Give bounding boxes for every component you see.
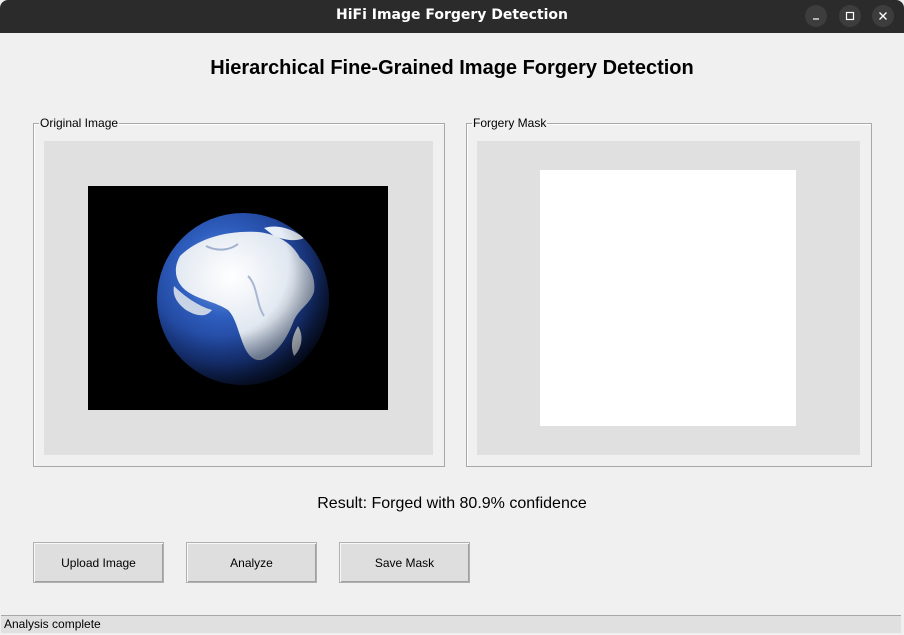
forgery-mask-image — [540, 170, 796, 426]
maximize-button[interactable] — [839, 5, 861, 27]
minimize-icon — [813, 18, 819, 20]
close-button[interactable] — [872, 5, 894, 27]
original-image-frame: Original Image — [33, 116, 445, 467]
close-icon — [879, 12, 887, 20]
forgery-mask-label: Forgery Mask — [472, 116, 548, 130]
forgery-mask-frame: Forgery Mask — [466, 116, 872, 467]
minimize-button[interactable] — [805, 5, 827, 27]
earth-globe-image — [88, 186, 388, 410]
original-image — [88, 186, 388, 410]
result-text: Result: Forged with 80.9% confidence — [317, 495, 587, 512]
upload-image-button[interactable]: Upload Image — [33, 542, 164, 583]
app-window: HiFi Image Forgery Detection Hierarchica… — [0, 0, 904, 635]
forgery-mask-canvas — [477, 141, 860, 455]
page-title: Hierarchical Fine-Grained Image Forgery … — [210, 57, 694, 79]
maximize-icon — [845, 11, 855, 21]
window-title: HiFi Image Forgery Detection — [335, 7, 568, 23]
original-image-canvas — [44, 141, 433, 455]
original-image-label: Original Image — [39, 116, 120, 130]
title-bar[interactable]: HiFi Image Forgery Detection — [0, 0, 904, 33]
save-mask-button[interactable]: Save Mask — [339, 542, 470, 583]
analyze-button[interactable]: Analyze — [186, 542, 317, 583]
status-bar: Analysis complete — [1, 615, 901, 633]
